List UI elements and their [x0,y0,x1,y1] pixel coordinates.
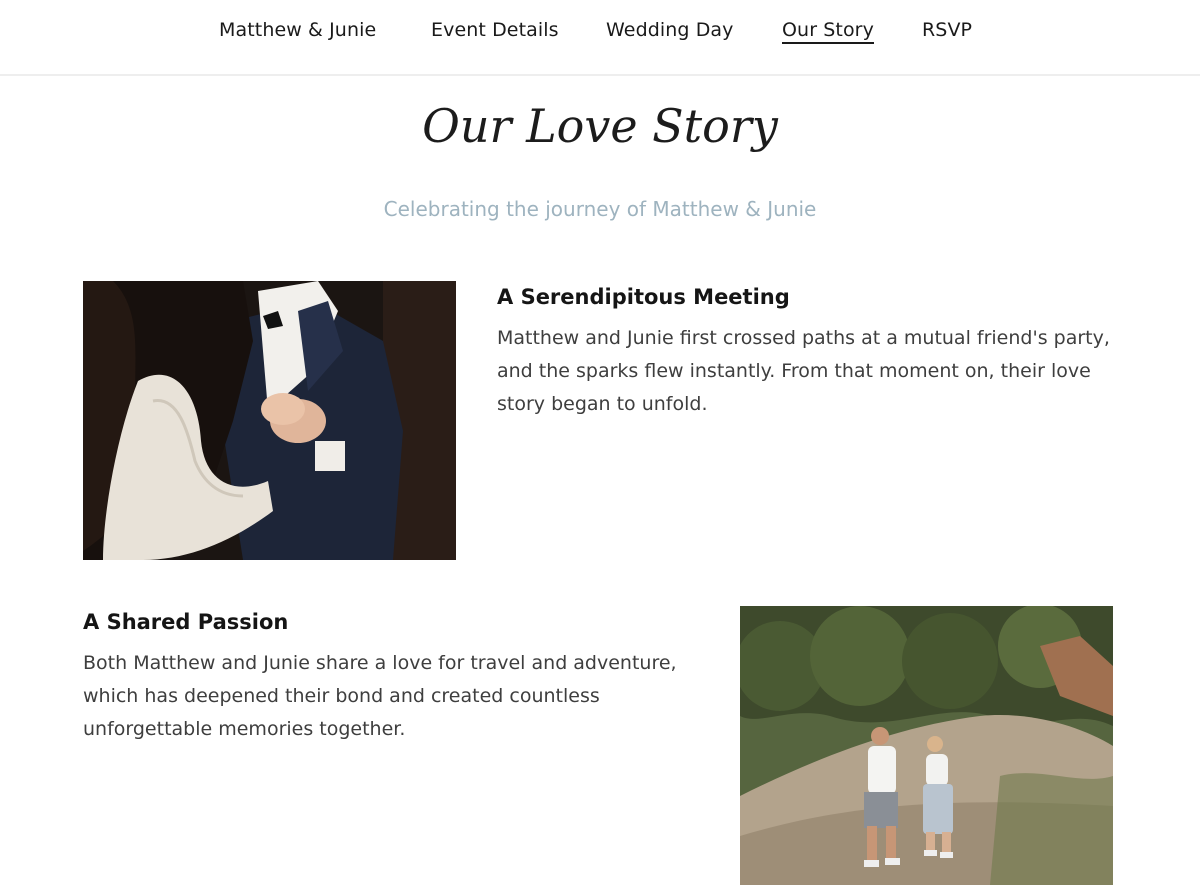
story-text: Matthew and Junie first crossed paths at… [497,327,1110,415]
story-title: A Shared Passion [83,610,289,634]
script-title-text: Our Love Story [422,99,779,153]
nav-link-our-story[interactable]: Our Story [782,19,874,44]
couple-dancing-photo [83,281,456,560]
nav-link-wedding-day[interactable]: Wedding Day [606,19,734,41]
story-title: A Serendipitous Meeting [497,285,790,309]
top-navigation: Matthew & Junie Event Details Wedding Da… [0,0,1200,76]
nav-link-event-details[interactable]: Event Details [431,19,559,41]
nav-link-rsvp[interactable]: RSVP [922,19,972,41]
page-title: Our Love Story [0,84,1200,174]
svg-text:Our Love Story: Our Love Story [422,99,779,153]
couple-hiking-photo [740,606,1113,885]
nav-link-home[interactable]: Matthew & Junie [219,19,376,41]
page-subtitle: Celebrating the journey of Matthew & Jun… [383,197,817,221]
story-text: Both Matthew and Junie share a love for … [83,652,677,740]
